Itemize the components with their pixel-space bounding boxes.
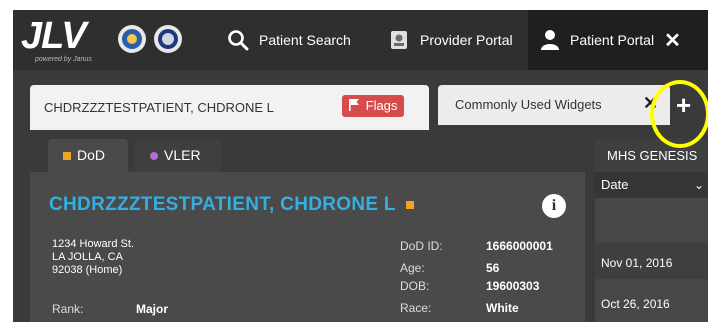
dod-seal-icon xyxy=(154,25,182,53)
tab-vler[interactable]: VLER xyxy=(135,139,221,172)
provider-portal-nav[interactable]: Provider Portal xyxy=(388,10,513,70)
address-line: 1234 Howard St. xyxy=(52,238,134,250)
age-label: Age: xyxy=(400,261,425,275)
patient-demographics-panel: CHDRZZZTESTPATIENT, CHDRONE L i 1234 How… xyxy=(30,172,585,322)
jlv-window: JLV powered by Janus Patient Search Prov… xyxy=(0,0,708,322)
provider-portal-label: Provider Portal xyxy=(420,32,513,48)
info-icon[interactable]: i xyxy=(542,194,566,218)
dod-source-marker xyxy=(405,200,414,209)
chevron-down-icon: ⌄ xyxy=(693,178,704,192)
rank-value: Major xyxy=(136,302,169,316)
rank-label: Rank: xyxy=(52,302,84,316)
dod-id-label: DoD ID: xyxy=(400,239,443,253)
widgets-tab-label: Commonly Used Widgets xyxy=(455,97,602,112)
workspace-tab-row: CHDRZZZTESTPATIENT, CHDRONE L Flags Comm… xyxy=(13,70,708,130)
patient-tab-label: CHDRZZZTESTPATIENT, CHDRONE L xyxy=(44,100,274,115)
patient-address: 1234 Howard St. LA JOLLA, CA 92038 (Home… xyxy=(52,238,134,277)
date-column-header[interactable]: Date ⌄ xyxy=(595,172,708,198)
va-seal-icon xyxy=(118,25,146,53)
user-icon xyxy=(541,30,559,50)
flags-button[interactable]: Flags xyxy=(342,95,405,117)
jlv-logo: JLV xyxy=(21,15,87,57)
close-icon[interactable]: ✕ xyxy=(664,28,681,53)
patient-name: CHDRZZZTESTPATIENT, CHDRONE L xyxy=(49,194,396,215)
highlight-ring xyxy=(650,80,708,148)
date-column-label: Date xyxy=(601,177,629,192)
dod-id-value: 1666000001 xyxy=(486,239,553,253)
age-value: 56 xyxy=(486,261,500,275)
search-icon xyxy=(228,30,249,51)
race-label: Race: xyxy=(400,301,432,315)
vler-marker-icon xyxy=(150,151,158,160)
flags-label: Flags xyxy=(365,98,398,113)
flag-icon xyxy=(349,99,359,111)
dod-marker-icon xyxy=(63,151,71,160)
patient-search-nav[interactable]: Patient Search xyxy=(227,10,351,70)
patient-portal-nav[interactable]: Patient Portal ✕ xyxy=(528,10,708,70)
top-navigation-bar: JLV powered by Janus Patient Search Prov… xyxy=(13,10,708,70)
address-line: LA JOLLA, CA xyxy=(52,251,123,263)
patient-search-label: Patient Search xyxy=(259,32,351,48)
race-value: White xyxy=(486,301,519,315)
tab-commonly-used-widgets[interactable]: Commonly Used Widgets ✕ xyxy=(438,85,670,125)
tab-patient[interactable]: CHDRZZZTESTPATIENT, CHDRONE L Flags xyxy=(30,85,429,130)
patient-name-heading: CHDRZZZTESTPATIENT, CHDRONE L xyxy=(49,194,414,216)
provider-portal-icon xyxy=(391,31,407,49)
mhs-genesis-widget: MHS GENESIS Date ⌄ Nov 01, 2016 Oct 26, … xyxy=(595,139,708,322)
patient-content-area: DoD VLER CHDRZZZTESTPATIENT, CHDRONE L i… xyxy=(13,130,708,322)
dod-tab-label: DoD xyxy=(77,147,106,163)
dob-value: 19600303 xyxy=(486,279,540,293)
tab-dod[interactable]: DoD xyxy=(48,139,128,172)
dob-label: DOB: xyxy=(400,279,430,293)
table-cell-date: Nov 01, 2016 xyxy=(601,256,673,270)
address-line: 92038 (Home) xyxy=(52,264,123,276)
patient-portal-label: Patient Portal xyxy=(570,32,655,48)
logo-subtitle: powered by Janus xyxy=(35,56,92,63)
table-cell-date: Oct 26, 2016 xyxy=(601,297,670,311)
vler-tab-label: VLER xyxy=(164,147,201,163)
